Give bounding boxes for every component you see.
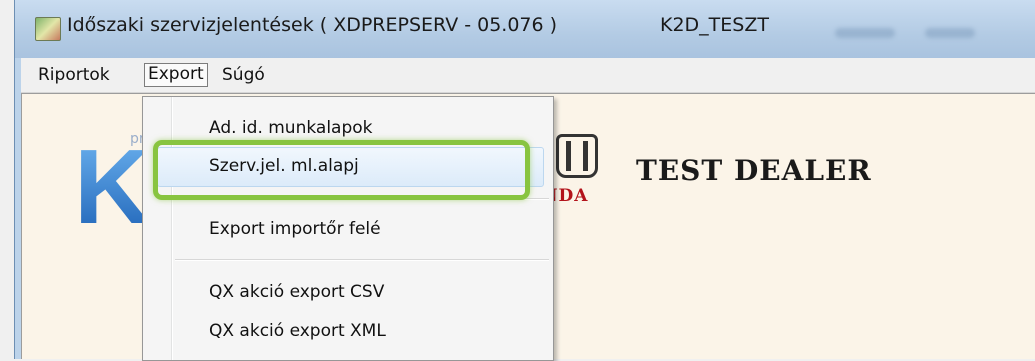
menu-sugo[interactable]: Súgó (219, 64, 268, 86)
menu-bar: Riportok Export Súgó (21, 58, 1035, 93)
menu-item-export-importor[interactable]: Export importőr felé (209, 215, 381, 243)
menu-gutter (171, 97, 173, 360)
minimize-button[interactable] (835, 28, 895, 38)
menu-item-qx-export-csv[interactable]: QX akció export CSV (209, 278, 384, 306)
menu-item-qx-export-xml[interactable]: QX akció export XML (209, 317, 386, 345)
k-logo: K (74, 128, 151, 246)
honda-logo-icon (556, 134, 598, 178)
maximize-button[interactable] (925, 28, 975, 38)
menu-separator (175, 259, 549, 261)
menu-item-ad-id-munkalapok[interactable]: Ad. id. munkalapok (209, 114, 373, 142)
menu-export[interactable]: Export (144, 63, 208, 87)
title-bar[interactable]: Időszaki szervizjelentések ( XDPREPSERV … (15, 0, 1035, 58)
window-title: Időszaki szervizjelentések ( XDPREPSERV … (67, 14, 558, 36)
export-dropdown-menu: Ad. id. munkalapok Szerv.jel. ml.alapj E… (142, 96, 554, 361)
dealer-name: TEST DEALER (636, 154, 872, 187)
menu-riportok[interactable]: Riportok (35, 64, 113, 86)
app-icon[interactable] (35, 17, 61, 41)
highlight-annotation (153, 140, 530, 200)
database-name: K2D_TESZT (660, 14, 769, 36)
